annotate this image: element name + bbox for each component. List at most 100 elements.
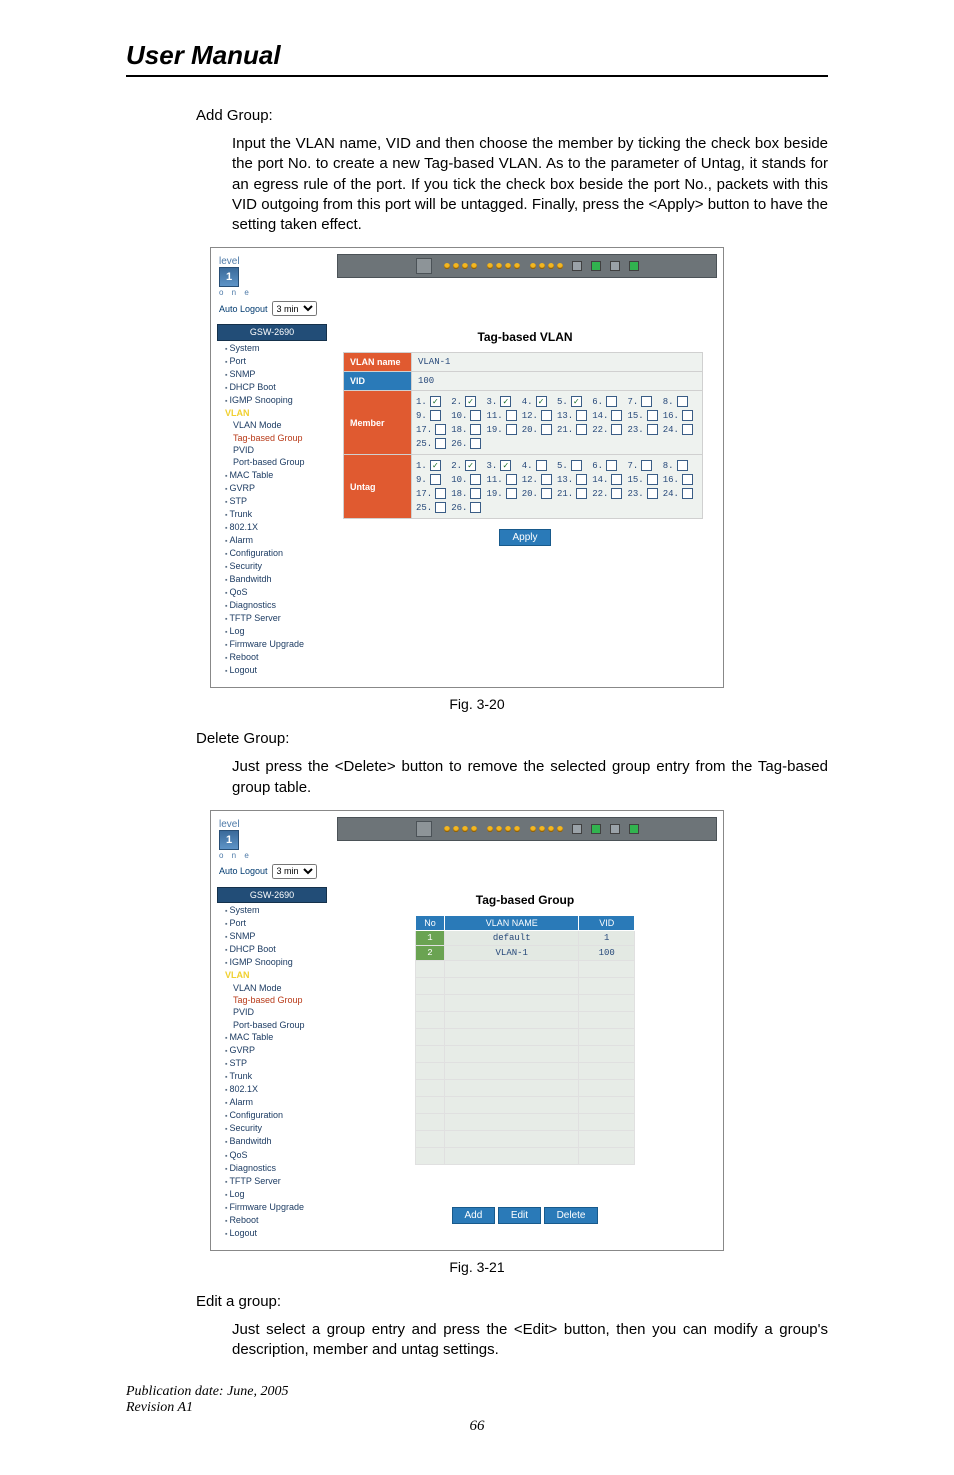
nav-item[interactable]: GVRP [217, 1044, 327, 1057]
edit-button[interactable]: Edit [498, 1207, 541, 1224]
port-checkbox[interactable] [576, 424, 587, 435]
port-checkbox[interactable] [430, 410, 441, 421]
nav-sub-item[interactable]: Port-based Group [217, 1019, 327, 1031]
port-checkbox[interactable] [571, 396, 582, 407]
add-button[interactable]: Add [452, 1207, 496, 1224]
nav-item[interactable]: Firmware Upgrade [217, 638, 327, 651]
nav-item[interactable]: Alarm [217, 534, 327, 547]
nav-sub-item[interactable]: PVID [217, 1006, 327, 1018]
port-checkbox[interactable] [465, 396, 476, 407]
port-checkbox[interactable] [470, 502, 481, 513]
nav-sub-item[interactable]: Tag-based Group [217, 994, 327, 1006]
port-checkbox[interactable] [606, 396, 617, 407]
nav-item[interactable]: QoS [217, 586, 327, 599]
nav-vlan[interactable]: VLAN [217, 407, 327, 419]
port-checkbox[interactable] [647, 410, 658, 421]
port-checkbox[interactable] [470, 410, 481, 421]
auto-logout-select[interactable]: 3 min [272, 301, 317, 316]
port-checkbox[interactable] [541, 410, 552, 421]
nav-item[interactable]: Port [217, 917, 327, 930]
port-checkbox[interactable] [435, 502, 446, 513]
port-checkbox[interactable] [536, 396, 547, 407]
nav-sub-item[interactable]: PVID [217, 444, 327, 456]
nav-item[interactable]: STP [217, 1057, 327, 1070]
port-checkbox[interactable] [611, 474, 622, 485]
nav-item[interactable]: Log [217, 625, 327, 638]
port-checkbox[interactable] [465, 460, 476, 471]
port-checkbox[interactable] [611, 424, 622, 435]
port-checkbox[interactable] [430, 474, 441, 485]
nav-item[interactable]: TFTP Server [217, 612, 327, 625]
nav-item[interactable]: MAC Table [217, 469, 327, 482]
apply-button[interactable]: Apply [499, 529, 550, 546]
port-checkbox[interactable] [682, 474, 693, 485]
nav-item[interactable]: Trunk [217, 508, 327, 521]
port-checkbox[interactable] [611, 488, 622, 499]
port-checkbox[interactable] [470, 438, 481, 449]
port-checkbox[interactable] [541, 474, 552, 485]
nav-item[interactable]: QoS [217, 1149, 327, 1162]
port-checkbox[interactable] [576, 474, 587, 485]
nav-vlan[interactable]: VLAN [217, 969, 327, 981]
port-checkbox[interactable] [576, 410, 587, 421]
nav-sub-item[interactable]: VLAN Mode [217, 419, 327, 431]
table-row[interactable]: 2VLAN-1100 [416, 945, 635, 960]
nav-item[interactable]: Trunk [217, 1070, 327, 1083]
nav-item[interactable]: Reboot [217, 651, 327, 664]
port-checkbox[interactable] [576, 488, 587, 499]
nav-item[interactable]: DHCP Boot [217, 943, 327, 956]
nav-item[interactable]: Firmware Upgrade [217, 1201, 327, 1214]
port-checkbox[interactable] [506, 474, 517, 485]
port-checkbox[interactable] [541, 488, 552, 499]
port-checkbox[interactable] [506, 410, 517, 421]
nav-item[interactable]: Security [217, 560, 327, 573]
row-vlanname-value[interactable]: VLAN-1 [412, 353, 703, 372]
port-checkbox[interactable] [536, 460, 547, 471]
port-checkbox[interactable] [641, 396, 652, 407]
port-checkbox[interactable] [470, 424, 481, 435]
port-checkbox[interactable] [677, 396, 688, 407]
nav-item[interactable]: System [217, 904, 327, 917]
port-checkbox[interactable] [470, 474, 481, 485]
nav-item[interactable]: Reboot [217, 1214, 327, 1227]
nav-item[interactable]: Bandwitdh [217, 1135, 327, 1148]
nav-item[interactable]: IGMP Snooping [217, 956, 327, 969]
port-checkbox[interactable] [506, 488, 517, 499]
nav-item[interactable]: MAC Table [217, 1031, 327, 1044]
port-checkbox[interactable] [606, 460, 617, 471]
port-checkbox[interactable] [611, 410, 622, 421]
nav-item[interactable]: Port [217, 355, 327, 368]
port-checkbox[interactable] [571, 460, 582, 471]
port-checkbox[interactable] [470, 488, 481, 499]
port-checkbox[interactable] [430, 396, 441, 407]
nav-item[interactable]: SNMP [217, 930, 327, 943]
port-checkbox[interactable] [500, 396, 511, 407]
row-vid-value[interactable]: 100 [412, 372, 703, 391]
nav-item[interactable]: Configuration [217, 1109, 327, 1122]
port-checkbox[interactable] [647, 488, 658, 499]
port-checkbox[interactable] [435, 488, 446, 499]
nav-item[interactable]: 802.1X [217, 521, 327, 534]
port-checkbox[interactable] [435, 438, 446, 449]
auto-logout-select[interactable]: 3 min [272, 864, 317, 879]
nav-item[interactable]: Diagnostics [217, 1162, 327, 1175]
nav-item[interactable]: TFTP Server [217, 1175, 327, 1188]
table-row[interactable]: 1default1 [416, 930, 635, 945]
nav-sub-item[interactable]: Port-based Group [217, 456, 327, 468]
nav-item[interactable]: IGMP Snooping [217, 394, 327, 407]
port-checkbox[interactable] [682, 424, 693, 435]
nav-item[interactable]: Logout [217, 664, 327, 677]
port-checkbox[interactable] [430, 460, 441, 471]
nav-item[interactable]: 802.1X [217, 1083, 327, 1096]
port-checkbox[interactable] [647, 424, 658, 435]
port-checkbox[interactable] [682, 410, 693, 421]
port-checkbox[interactable] [641, 460, 652, 471]
nav-item[interactable]: Logout [217, 1227, 327, 1240]
port-checkbox[interactable] [506, 424, 517, 435]
port-checkbox[interactable] [682, 488, 693, 499]
nav-item[interactable]: SNMP [217, 368, 327, 381]
nav-item[interactable]: STP [217, 495, 327, 508]
nav-item[interactable]: Bandwitdh [217, 573, 327, 586]
nav-sub-item[interactable]: VLAN Mode [217, 982, 327, 994]
port-checkbox[interactable] [435, 424, 446, 435]
